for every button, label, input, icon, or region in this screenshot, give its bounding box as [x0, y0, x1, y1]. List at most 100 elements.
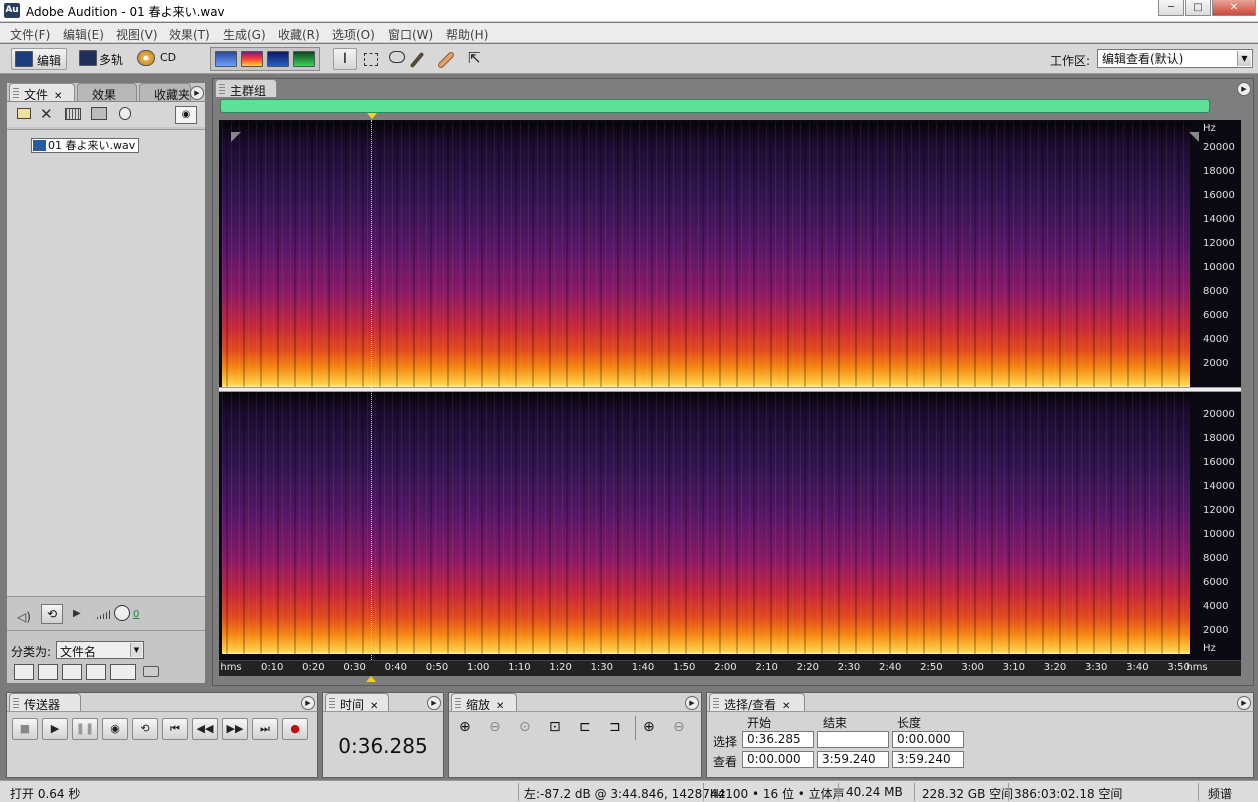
- tab-main-group[interactable]: 主群组: [215, 79, 277, 98]
- pan-view-icon[interactable]: [267, 51, 289, 67]
- menu-edit[interactable]: 编辑(E): [63, 26, 104, 43]
- view-length-field[interactable]: 3:59.240: [892, 751, 964, 768]
- hz-tick-label: 20000: [1203, 142, 1235, 153]
- multitrack-icon[interactable]: [79, 50, 97, 66]
- open-file-icon[interactable]: [17, 108, 31, 119]
- rewind-button[interactable]: ◀◀: [192, 718, 218, 740]
- tab-selection-view[interactable]: 选择/查看 ✕: [709, 693, 805, 712]
- speaker-icon[interactable]: ◁): [17, 610, 31, 624]
- tab-favorites[interactable]: 收藏夹: [139, 83, 191, 101]
- tab-transport[interactable]: 传送器✕: [9, 693, 81, 727]
- audio-icon[interactable]: [119, 107, 131, 120]
- menu-options[interactable]: 选项(O): [332, 26, 375, 43]
- filter-waveform-icon[interactable]: [14, 664, 34, 680]
- loop-icon[interactable]: ⟲: [41, 604, 63, 624]
- insert-cd-icon[interactable]: [91, 107, 107, 120]
- stop-button[interactable]: ■: [12, 718, 38, 740]
- playhead-marker-bottom[interactable]: [366, 676, 376, 682]
- brush-icon[interactable]: [409, 51, 425, 69]
- time-ruler[interactable]: hms 0:10 0:20 0:30 0:40 0:50 1:00 1:10 1:20 1:30 1…: [219, 660, 1241, 676]
- menu-effects[interactable]: 效果(T): [169, 26, 210, 43]
- filter-loop-icon[interactable]: [38, 664, 58, 680]
- panel-menu-icon[interactable]: ▶: [301, 696, 315, 710]
- filter-midi-icon[interactable]: [86, 664, 106, 680]
- panel-menu-icon[interactable]: ▶: [1237, 696, 1251, 710]
- multitrack-label[interactable]: 多轨: [99, 51, 123, 68]
- spectral-display[interactable]: Hz 20000 18000 16000 14000 12000 10000 8…: [219, 120, 1241, 660]
- panel-menu-icon[interactable]: ▶: [190, 86, 204, 100]
- tab-selection-view-label: 选择/查看: [724, 698, 777, 712]
- grip-icon: [713, 698, 719, 708]
- menu-help[interactable]: 帮助(H): [446, 26, 488, 43]
- menu-file[interactable]: 文件(F): [10, 26, 50, 43]
- insert-multitrack-icon[interactable]: [65, 108, 81, 120]
- panel-menu-icon[interactable]: ▶: [1237, 82, 1251, 96]
- panel-menu-icon[interactable]: ▶: [685, 696, 699, 710]
- view-start-field[interactable]: 0:00.000: [742, 751, 814, 768]
- overview-bar[interactable]: [220, 99, 1210, 113]
- zoom-out-horizontal-icon[interactable]: ⊖: [489, 719, 501, 735]
- spectrogram-left-channel[interactable]: [222, 122, 1190, 387]
- menu-view[interactable]: 视图(V): [116, 26, 158, 43]
- selection-start-field[interactable]: 0:36.285: [742, 731, 814, 748]
- hybrid-tool-icon[interactable]: ⇱: [468, 49, 481, 67]
- panel-menu-icon[interactable]: ▶: [427, 696, 441, 710]
- zoom-right-edge-icon[interactable]: ⊐: [609, 719, 621, 735]
- play-preview-icon[interactable]: ▶: [73, 608, 81, 619]
- zoom-left-edge-icon[interactable]: ⊏: [579, 719, 591, 735]
- tab-files[interactable]: 文件 ✕: [9, 83, 75, 102]
- tab-time[interactable]: 时间 ✕: [325, 693, 389, 712]
- divider: [518, 783, 519, 801]
- go-to-end-button[interactable]: ⏭: [252, 718, 278, 740]
- play-button[interactable]: ▶: [42, 718, 68, 740]
- tab-effects[interactable]: 效果: [77, 83, 137, 102]
- fast-forward-button[interactable]: ▶▶: [222, 718, 248, 740]
- marquee-icon[interactable]: [364, 53, 378, 66]
- zoom-out-vertical-icon[interactable]: ⊖: [673, 719, 685, 735]
- chevron-down-icon: ▼: [1237, 51, 1251, 66]
- record-button[interactable]: ●: [282, 718, 308, 740]
- loop-play-button[interactable]: ⟲: [132, 718, 158, 740]
- close-file-icon[interactable]: ✕: [40, 105, 53, 123]
- spectrogram-right-channel[interactable]: [222, 392, 1190, 654]
- view-options-icon[interactable]: ◉: [175, 106, 197, 124]
- cd-icon[interactable]: [137, 50, 155, 66]
- lasso-icon[interactable]: [389, 51, 405, 63]
- play-from-cursor-button[interactable]: ◉: [102, 718, 128, 740]
- zoom-out-full-icon[interactable]: ⊙: [519, 719, 531, 735]
- file-item[interactable]: 01 春よ来い.wav: [31, 138, 140, 153]
- zoom-in-horizontal-icon[interactable]: ⊕: [459, 719, 471, 735]
- zoom-in-vertical-icon[interactable]: ⊕: [643, 719, 655, 735]
- time-tick-label: 2:40: [878, 662, 902, 673]
- workspace-dropdown[interactable]: 编辑查看(默认) ▼: [1097, 49, 1253, 68]
- spectral-view-icon[interactable]: [241, 51, 263, 67]
- zoom-selection-icon[interactable]: ⊡: [549, 719, 561, 735]
- selection-length-field[interactable]: 0:00.000: [892, 731, 964, 748]
- time-selection-tool[interactable]: Ⅰ: [333, 48, 357, 70]
- cd-filter-icon[interactable]: [143, 666, 159, 677]
- time-tick-label: 1:30: [590, 662, 614, 673]
- volume-knob-icon[interactable]: [114, 605, 130, 621]
- menu-favorites[interactable]: 收藏(R): [278, 26, 320, 43]
- selection-end-field[interactable]: [817, 731, 889, 748]
- waveform-view-icon[interactable]: [215, 51, 237, 67]
- close-button[interactable]: ✕: [1212, 0, 1256, 16]
- sort-dropdown[interactable]: 文件名 ▼: [56, 641, 144, 659]
- playhead-line[interactable]: [371, 120, 372, 660]
- edit-view-button[interactable]: 编辑: [11, 48, 67, 70]
- menu-window[interactable]: 窗口(W): [388, 26, 433, 43]
- spot-healing-icon[interactable]: [436, 50, 456, 70]
- go-to-start-button[interactable]: ⏮: [162, 718, 188, 740]
- playhead-marker-top[interactable]: [367, 113, 377, 119]
- filter-video-icon[interactable]: [62, 664, 82, 680]
- pause-button[interactable]: ❚❚: [72, 718, 98, 740]
- view-end-field[interactable]: 3:59.240: [817, 751, 889, 768]
- menu-generate[interactable]: 生成(G): [223, 26, 266, 43]
- volume-value[interactable]: 0: [133, 609, 139, 620]
- minimize-button[interactable]: ─: [1158, 0, 1184, 16]
- cd-label[interactable]: CD: [160, 51, 176, 64]
- filter-visibility-icon[interactable]: [110, 664, 136, 680]
- tab-zoom[interactable]: 缩放 ✕: [451, 693, 517, 712]
- phase-view-icon[interactable]: [293, 51, 315, 67]
- maximize-button[interactable]: □: [1185, 0, 1211, 16]
